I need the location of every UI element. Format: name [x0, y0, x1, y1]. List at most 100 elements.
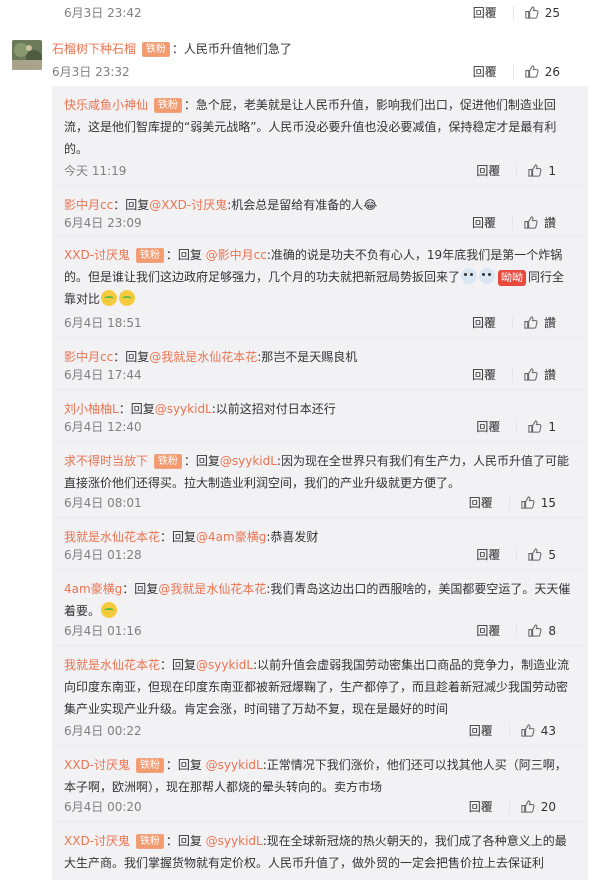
like-button[interactable]: 1: [527, 163, 556, 178]
reply-item: 我就是水仙花本花：回复@4am豪横g:恭喜发财 6月4日 01:28 回覆 5: [52, 518, 588, 570]
reply-text-block: 影中月cc：回复@XXD-讨厌鬼:机会总是留给有准备的人😂: [64, 194, 576, 216]
like-button[interactable]: 8: [527, 623, 556, 638]
thumbs-up-icon: [521, 496, 535, 509]
comment-text: ：人民币升值牠们急了: [171, 42, 292, 56]
reply-time: 6月4日 17:44: [64, 368, 142, 382]
reply-text-block: 我就是水仙花本花：回复@syykidL:以前升值会虚弱我国劳动密集出口商品的竞争…: [64, 654, 576, 720]
reply-time: 6月4日 01:28: [64, 548, 142, 562]
reply-item: 影中月cc：回复@XXD-讨厌鬼:机会总是留给有准备的人😂 6月4日 23:09…: [52, 186, 588, 236]
reply-text-block: 刘小柚柚L：回复@syykidL:以前这招对付日本还行: [64, 398, 576, 420]
reply-username[interactable]: 影中月cc: [64, 198, 113, 212]
reply-button[interactable]: 回覆: [469, 798, 495, 815]
reply-item: 影中月cc：回复@我就是水仙花本花:那岂不是天赐良机 6月4日 17:44 回覆…: [52, 338, 588, 390]
thumbs-up-icon: [528, 548, 542, 561]
prev-comment-footer: 6月3日 23:42 回覆 25: [0, 0, 600, 24]
thumbs-up-icon: [528, 624, 542, 637]
reply-button[interactable]: 回覆: [473, 4, 499, 21]
reply-actions: 回覆 讚: [472, 366, 556, 383]
like-count: 8: [548, 623, 556, 638]
like-button[interactable]: 43: [520, 723, 556, 738]
reply-button[interactable]: 回覆: [476, 162, 502, 179]
reply-mention[interactable]: @syykidL: [206, 758, 263, 772]
like-button[interactable]: 15: [520, 495, 556, 510]
thumbs-up-icon: [528, 164, 542, 177]
like-button[interactable]: 讚: [523, 366, 556, 383]
reply-mention[interactable]: @我就是水仙花本花: [149, 350, 257, 364]
reply-button[interactable]: 回覆: [469, 494, 495, 511]
reply-actions: 回覆 43: [469, 722, 556, 739]
laugh-cry-emoji-icon: [101, 602, 118, 618]
reply-mention[interactable]: @影中月cc: [206, 248, 267, 262]
reply-username[interactable]: 我就是水仙花本花: [64, 658, 160, 672]
thumbs-up-icon: [524, 216, 538, 229]
like-button[interactable]: 20: [520, 799, 556, 814]
reply-text-block: XXD-讨厌鬼 铁粉 ：回复 @syykidL:正常情况下我们涨价，他们还可以找其…: [64, 754, 576, 798]
laugh-cry-emoji-icon: [119, 290, 136, 306]
divider: [511, 215, 513, 230]
reply-mention[interactable]: @我就是水仙花本花: [158, 582, 266, 596]
reply-item: XXD-讨厌鬼 铁粉 ：回复 @syykidL:正常情况下我们涨价，他们还可以找其…: [52, 746, 588, 822]
reply-username[interactable]: 快乐咸鱼小神仙: [64, 98, 148, 112]
avatar-image: [12, 40, 42, 70]
reply-button[interactable]: 回覆: [472, 214, 498, 231]
reply-username[interactable]: 影中月cc: [64, 350, 113, 364]
reply-button[interactable]: 回覆: [469, 722, 495, 739]
reply-prefix: ：回复: [165, 758, 206, 772]
reply-button[interactable]: 回覆: [476, 418, 502, 435]
divider: [512, 5, 514, 20]
reply-username[interactable]: 4am豪横g: [64, 582, 122, 596]
reply-button[interactable]: 回覆: [472, 366, 498, 383]
reply-prefix: ：回复: [113, 350, 150, 364]
divider: [508, 723, 510, 738]
like-button[interactable]: 讚: [523, 214, 556, 231]
fan-badge[interactable]: 铁粉: [135, 758, 164, 773]
reply-actions: 回覆 1: [476, 162, 556, 179]
thumbs-up-icon: [525, 6, 539, 19]
reply-username[interactable]: XXD-讨厌鬼: [64, 248, 130, 262]
reply-username[interactable]: 我就是水仙花本花: [64, 530, 160, 544]
reply-actions: 回覆 8: [476, 622, 556, 639]
like-button[interactable]: 26: [524, 64, 560, 79]
reply-mention[interactable]: @XXD-讨厌鬼: [149, 198, 227, 212]
like-count: 1: [548, 163, 556, 178]
replies-panel: 快乐咸鱼小神仙 铁粉 ：急个屁，老美就是让人民币升值，影响我们出口，促进他们制造业…: [52, 86, 588, 880]
reply-mention[interactable]: @4am豪横g: [196, 530, 266, 544]
reply-username[interactable]: 求不得时当放下: [64, 454, 148, 468]
reply-button[interactable]: 回覆: [476, 546, 502, 563]
reply-actions: 回覆 5: [476, 546, 556, 563]
fan-badge[interactable]: 铁粉: [135, 834, 164, 849]
comment-username[interactable]: 石榴树下种石榴: [52, 42, 136, 56]
fan-badge[interactable]: 铁粉: [135, 248, 164, 263]
reply-actions: 回覆 1: [476, 418, 556, 435]
reply-time: 6月4日 18:51: [64, 316, 142, 330]
reply-prefix: ：回复: [160, 530, 197, 544]
like-button[interactable]: 25: [524, 5, 560, 20]
reply-username[interactable]: XXD-讨厌鬼: [64, 758, 130, 772]
reply-mention[interactable]: @syykidL: [220, 454, 277, 468]
divider: [516, 623, 518, 638]
reply-text-block: XXD-讨厌鬼 铁粉 ：回复 @syykidL:现在全球新冠烧的热火朝天的，我们成…: [64, 830, 576, 874]
reply-username[interactable]: XXD-讨厌鬼: [64, 834, 130, 848]
reply-mention[interactable]: @syykidL: [196, 658, 253, 672]
reply-item: XXD-讨厌鬼 铁粉 ：回复 @影中月cc:准确的说是功夫不负有心人，19年底我们…: [52, 236, 588, 338]
like-button[interactable]: 讚: [523, 314, 556, 331]
reply-time: 6月4日 12:40: [64, 420, 142, 434]
fan-badge[interactable]: 铁粉: [153, 98, 182, 113]
like-count: 讚: [543, 216, 556, 230]
reply-button[interactable]: 回覆: [472, 314, 498, 331]
like-button[interactable]: 5: [527, 547, 556, 562]
like-button[interactable]: 1: [527, 419, 556, 434]
reply-username[interactable]: 刘小柚柚L: [64, 402, 119, 416]
fan-badge[interactable]: 铁粉: [153, 454, 182, 469]
divider: [511, 315, 513, 330]
thumbs-up-icon: [521, 724, 535, 737]
avatar[interactable]: [12, 40, 42, 70]
reply-text: :机会总是留给有准备的人😂: [227, 198, 378, 212]
reply-button[interactable]: 回覆: [473, 63, 499, 80]
reply-mention[interactable]: @syykidL: [206, 834, 263, 848]
fan-badge[interactable]: 铁粉: [141, 42, 170, 57]
reply-actions: 回覆 讚: [472, 314, 556, 331]
reply-button[interactable]: 回覆: [476, 622, 502, 639]
reply-mention[interactable]: @syykidL: [155, 402, 212, 416]
thumbs-up-icon: [524, 316, 538, 329]
